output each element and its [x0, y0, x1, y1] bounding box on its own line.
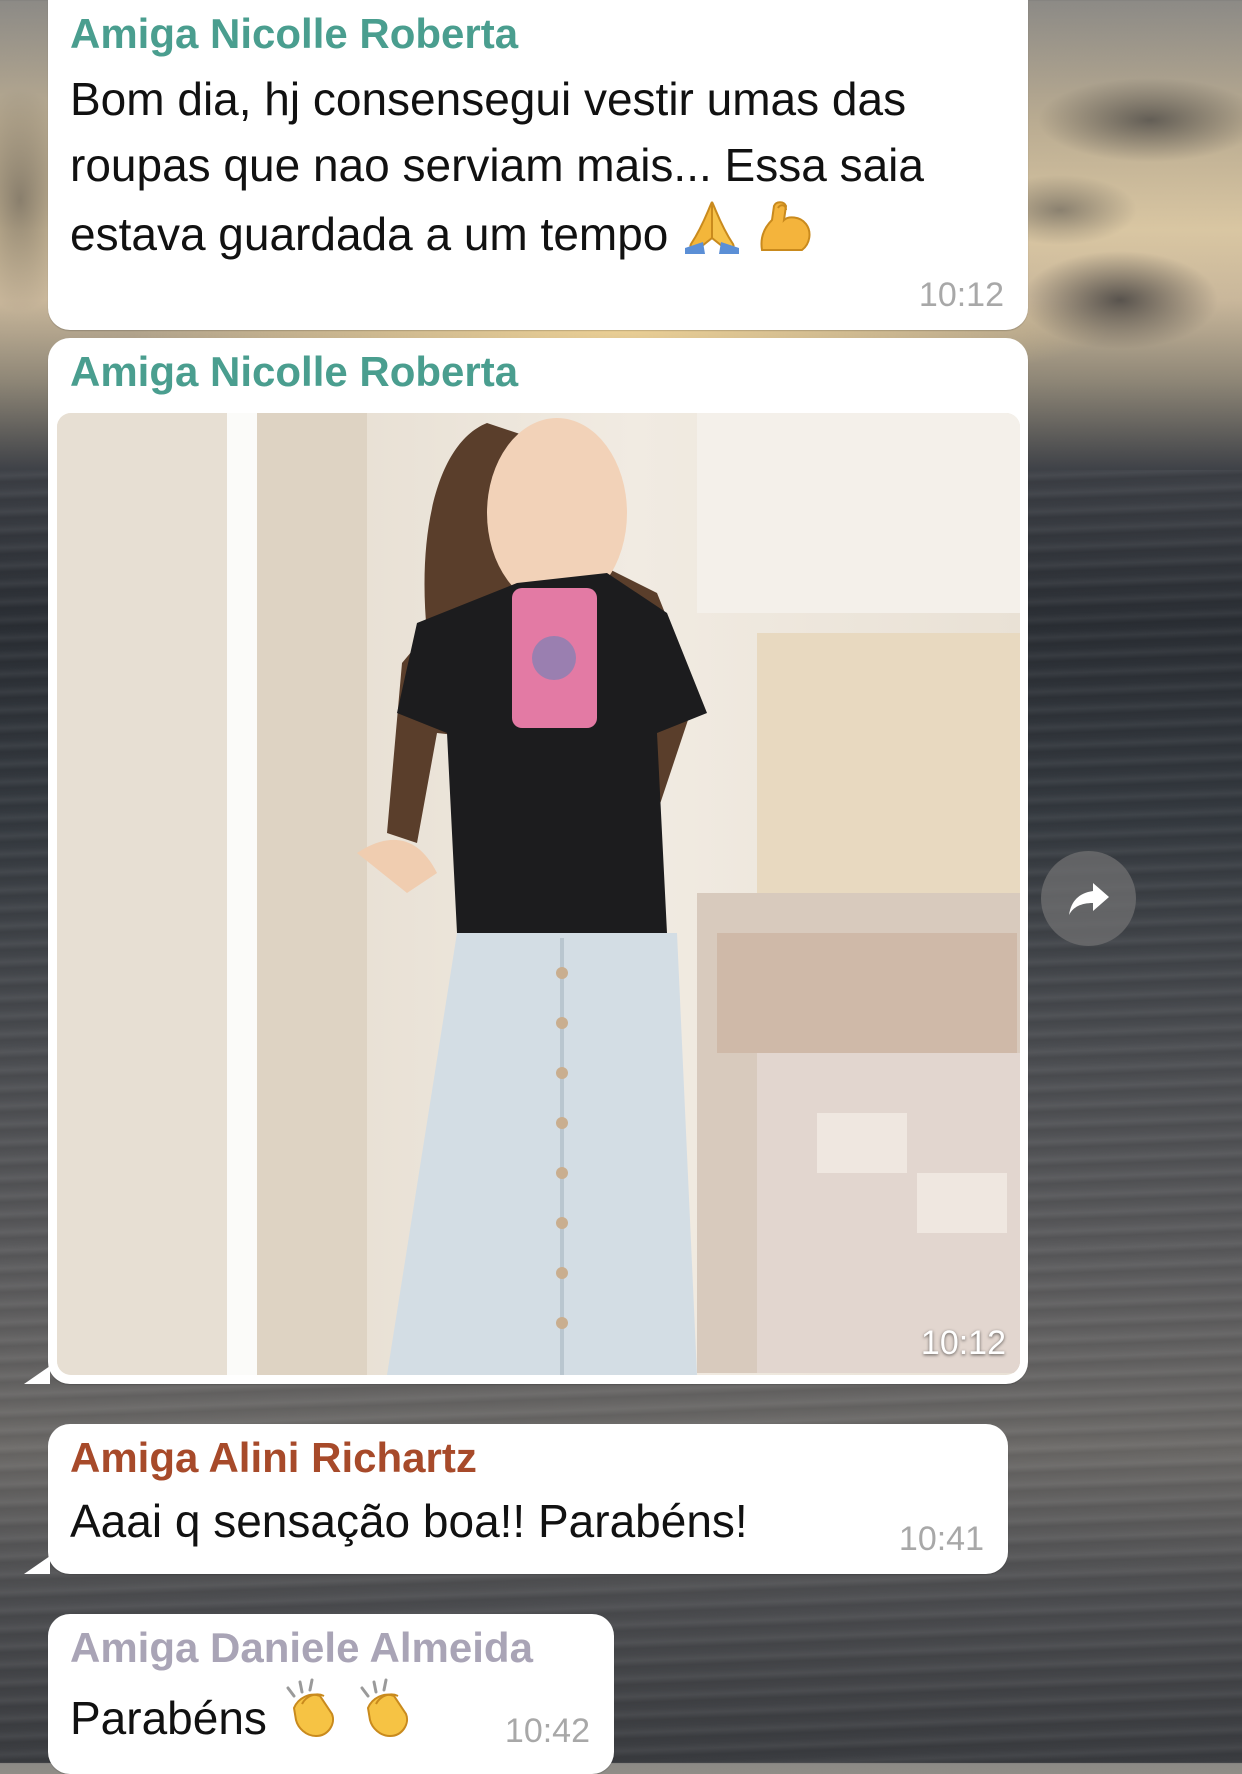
mirror-selfie-photo[interactable]: 10:12	[57, 413, 1020, 1375]
sender-name: Amiga Nicolle Roberta	[70, 348, 519, 395]
message-time: 10:42	[504, 1712, 590, 1750]
message-bubble[interactable]: Amiga Nicolle Roberta Bom dia, hj consen…	[48, 0, 1028, 330]
flexed-biceps-icon	[756, 198, 816, 273]
photo-time: 10:12	[920, 1324, 1006, 1362]
message-text: Aaai q sensação boa!! Parabéns!	[70, 1495, 748, 1547]
sender-name: Amiga Daniele Almeida	[70, 1624, 533, 1671]
message-text: Parabéns	[70, 1678, 416, 1757]
clapping-hands-icon	[280, 1678, 342, 1757]
sender-name: Amiga Nicolle Roberta	[70, 10, 519, 57]
forward-arrow-icon	[1068, 882, 1109, 915]
message-time: 10:12	[918, 276, 1004, 314]
message-line: Bom dia, hj consensegui vestir umas das	[70, 73, 907, 125]
message-bubble[interactable]: Amiga Daniele Almeida Parabéns 10:42	[48, 1614, 614, 1774]
message-line-text: estava guardada a um tempo	[70, 208, 669, 260]
clapping-hands-icon	[354, 1678, 416, 1757]
photo-illustration	[57, 413, 1020, 1375]
message-bubble[interactable]: Amiga Alini Richartz Aaai q sensação boa…	[48, 1424, 1008, 1574]
message-text: Bom dia, hj consensegui vestir umas das …	[70, 66, 1010, 273]
message-line: roupas que nao serviam mais... Essa saia	[70, 139, 924, 191]
bubble-tail	[24, 1556, 50, 1574]
sender-name: Amiga Alini Richartz	[70, 1434, 477, 1481]
bubble-tail	[24, 1366, 50, 1384]
forward-button[interactable]	[1041, 851, 1136, 946]
message-line: estava guardada a um tempo	[70, 198, 1010, 273]
message-time: 10:41	[898, 1520, 984, 1558]
message-text-content: Parabéns	[70, 1692, 267, 1744]
folded-hands-icon	[681, 198, 743, 273]
